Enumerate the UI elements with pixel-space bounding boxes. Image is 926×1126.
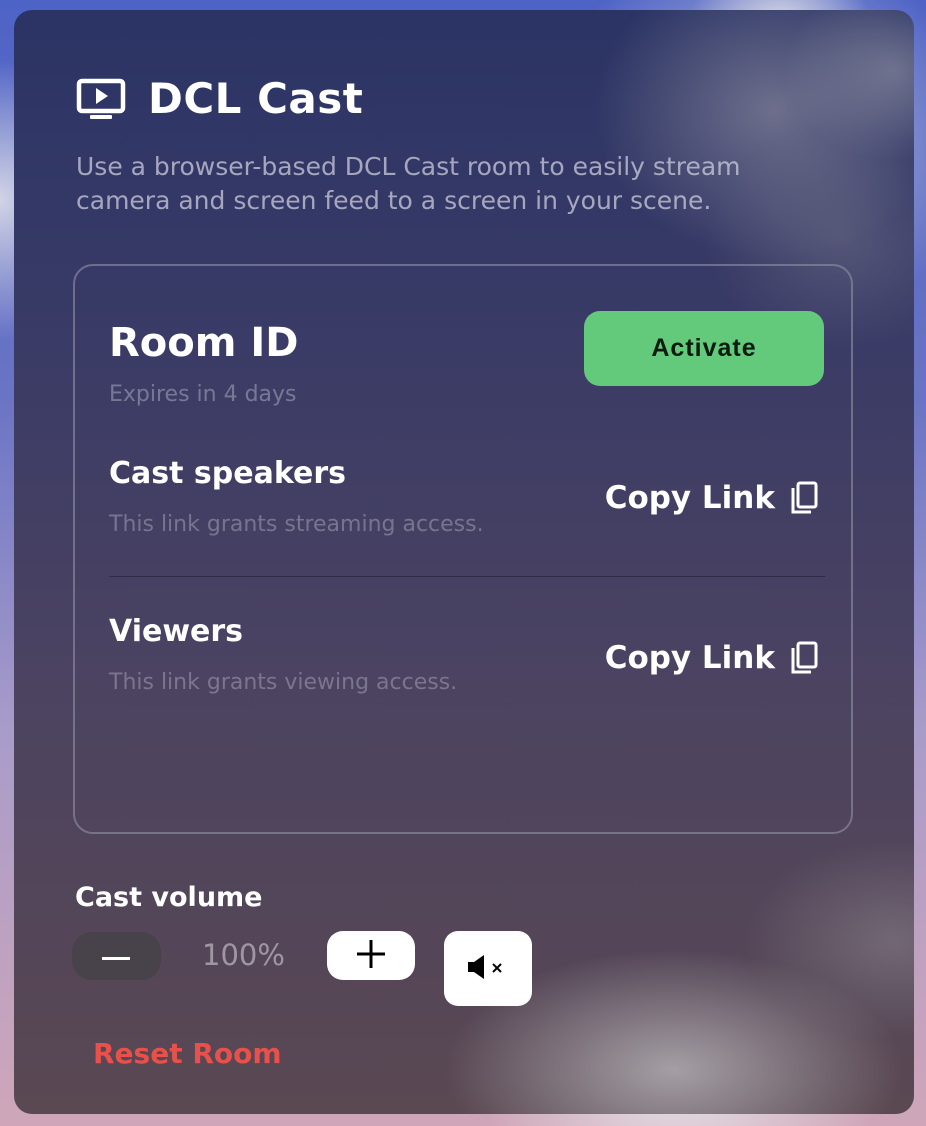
volume-value: 100% — [202, 938, 285, 972]
panel-header: DCL Cast — [76, 74, 363, 123]
activate-button[interactable]: Activate — [584, 311, 824, 386]
screen-play-icon — [76, 78, 126, 120]
cast-speakers-subtitle: This link grants streaming access. — [109, 512, 484, 537]
copy-viewers-link-button[interactable]: Copy Link — [605, 640, 819, 676]
copy-link-label: Copy Link — [604, 640, 775, 676]
room-id-title: Room ID — [109, 320, 299, 366]
reset-room-button[interactable]: Reset Room — [93, 1037, 282, 1070]
speaker-muted-icon — [466, 952, 510, 986]
copy-icon — [789, 481, 819, 515]
dcl-cast-panel: DCL Cast Use a browser-based DCL Cast ro… — [14, 10, 914, 1114]
page-title: DCL Cast — [148, 74, 364, 123]
volume-increase-button[interactable] — [327, 931, 415, 980]
section-divider — [109, 576, 825, 577]
copy-link-label: Copy Link — [604, 480, 775, 516]
minus-icon — [101, 947, 132, 966]
room-card: Room ID Expires in 4 days Activate Cast … — [73, 264, 853, 834]
copy-speakers-link-button[interactable]: Copy Link — [605, 480, 819, 516]
cast-volume-label: Cast volume — [75, 882, 263, 913]
viewers-title: Viewers — [109, 614, 244, 649]
volume-decrease-button[interactable] — [72, 932, 161, 980]
copy-icon — [789, 641, 819, 675]
viewers-subtitle: This link grants viewing access. — [109, 670, 458, 695]
room-expiry-text: Expires in 4 days — [109, 382, 297, 407]
cast-speakers-title: Cast speakers — [109, 456, 346, 491]
plus-icon — [357, 939, 385, 972]
page-description: Use a browser-based DCL Cast room to eas… — [76, 152, 741, 215]
mute-toggle-button[interactable] — [444, 931, 532, 1006]
